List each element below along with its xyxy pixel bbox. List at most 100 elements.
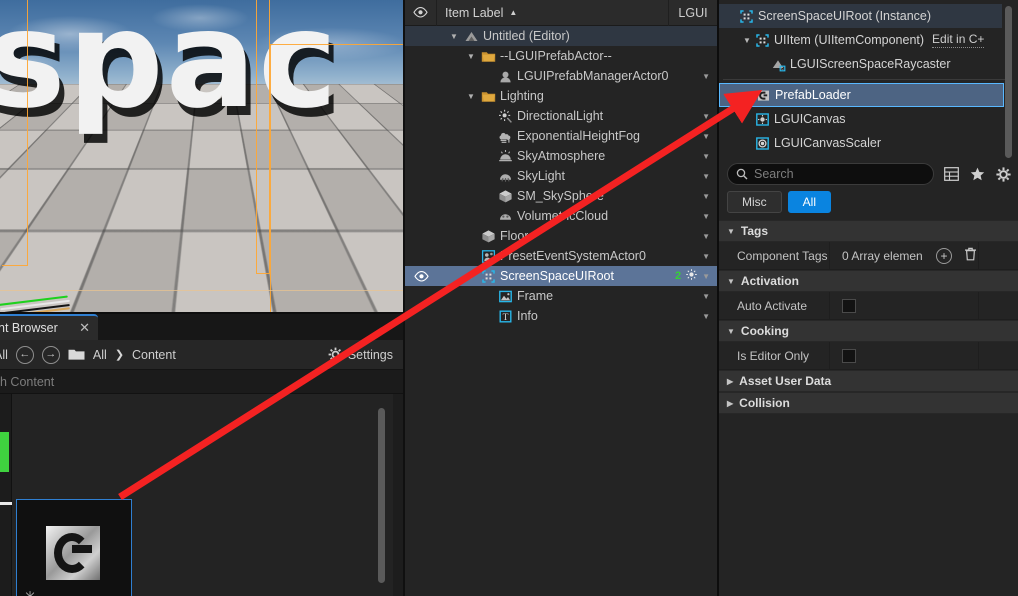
property-value[interactable] [829, 341, 978, 370]
outliner-row-name: ▼ Lighting [437, 88, 668, 104]
asset-grid-scrollbar[interactable] [378, 408, 385, 583]
outliner-row[interactable]: ▼ Lighting [405, 86, 717, 106]
outliner-row[interactable]: ▼ Untitled (Editor) [405, 26, 717, 46]
expand-triangle-icon[interactable]: ▼ [466, 52, 476, 61]
property-value[interactable] [829, 291, 978, 320]
folder-icon[interactable] [68, 348, 85, 361]
outliner-row[interactable]: ▼ SM_SkySphere ▼ [405, 186, 717, 206]
chevron-down-icon[interactable]: ▼ [702, 252, 710, 261]
chevron-down-icon[interactable]: ▼ [702, 172, 710, 181]
component-tree-row[interactable]: ▼ LGUICanvas [719, 107, 1002, 131]
outliner-row[interactable]: ▼ SkyLight ▼ [405, 166, 717, 186]
section-header[interactable]: ▶ Collision [719, 392, 1018, 414]
add-array-element-button[interactable]: + [936, 247, 952, 264]
outliner-row[interactable]: ▼ PresetEventSystemActor0 ▼ [405, 246, 717, 266]
favorites-star-icon[interactable] [968, 165, 986, 183]
lgui-column-header[interactable]: LGUI [668, 0, 717, 26]
directional-light-icon [497, 108, 513, 124]
outliner-row-name: ▼ Frame [437, 288, 668, 304]
checkbox[interactable] [842, 348, 856, 363]
cloud-icon [499, 213, 511, 220]
section-header[interactable]: ▼ Activation [719, 270, 1018, 292]
outliner-row[interactable]: ▼ Floor ▼ [405, 226, 717, 246]
property-reset-column[interactable] [978, 241, 1018, 270]
chevron-down-icon[interactable]: ▼ [702, 192, 710, 201]
expand-triangle-icon[interactable]: ▶ [727, 377, 733, 386]
chevron-down-icon[interactable]: ▼ [702, 212, 710, 221]
breadcrumb-current[interactable]: Content [132, 348, 176, 362]
expand-triangle-icon[interactable]: ▼ [466, 272, 476, 281]
outliner-row[interactable]: ▼ TInfo▼ [405, 306, 717, 326]
edit-in-cpp-link[interactable]: Edit in C+ [932, 32, 985, 48]
outliner-row[interactable]: ▼ --LGUIPrefabActor-- [405, 46, 717, 66]
component-tree-row[interactable]: ▼ LGUICanvasScaler [719, 131, 1002, 155]
checkbox[interactable] [842, 298, 856, 313]
level-viewport[interactable]: spac [0, 0, 403, 312]
outliner-row[interactable]: ▼ ScreenSpaceUIRoot 2 ▼ [405, 266, 717, 286]
back-arrow-icon[interactable]: ← [15, 345, 34, 364]
collapse-triangle-icon[interactable]: ▼ [727, 227, 735, 236]
section-header[interactable]: ▶ Asset User Data [719, 370, 1018, 392]
source-tree-highlight [0, 432, 9, 472]
search-input[interactable]: Search [727, 163, 934, 185]
section-header[interactable]: ▼ Cooking [719, 320, 1018, 342]
asterisk-icon: ✳ [21, 588, 39, 596]
uisprite-icon [497, 288, 513, 304]
outliner-row[interactable]: ▼ Frame ▼ [405, 286, 717, 306]
chevron-down-icon[interactable]: ▼ [702, 272, 710, 281]
outliner-item-label: SkyAtmosphere [517, 149, 606, 163]
expand-triangle-icon[interactable]: ▼ [741, 36, 753, 45]
property-row: Auto Activate [719, 291, 1018, 320]
filters-button[interactable]: All [0, 348, 8, 362]
visibility-toggle[interactable] [405, 270, 437, 282]
outliner-row-actions: ▼ [668, 212, 717, 221]
chevron-down-icon[interactable]: ▼ [702, 132, 710, 141]
content-browser-toolbar: All ← → All ❯ Content Setting [0, 340, 403, 370]
collapse-triangle-icon[interactable]: ▼ [727, 277, 735, 286]
close-icon[interactable]: ✕ [79, 320, 90, 336]
chevron-down-icon[interactable]: ▼ [702, 72, 710, 81]
transform-gizmo[interactable] [0, 286, 86, 312]
array-element-count: 0 Array elemen [842, 248, 923, 263]
delete-array-icon[interactable] [964, 247, 977, 264]
collapse-triangle-icon[interactable]: ▼ [727, 327, 735, 336]
item-label-column-header[interactable]: Item Label ▲ [437, 0, 668, 26]
content-search-input[interactable]: h Content [0, 370, 403, 394]
component-tree-scrollbar[interactable] [1005, 6, 1012, 158]
tab-content-browser[interactable]: nt Browser ✕ [0, 314, 98, 340]
chevron-down-icon[interactable]: ▼ [702, 292, 710, 301]
grid-view-icon[interactable] [942, 165, 960, 183]
sources-panel-edge [0, 394, 12, 596]
static-mesh-icon [498, 189, 512, 202]
filter-button-misc[interactable]: Misc [727, 191, 782, 213]
component-tree-row[interactable]: ▼ cLGUIScreenSpaceRaycaster [719, 52, 1002, 76]
section-header[interactable]: ▼ Tags [719, 220, 1018, 242]
outliner-row[interactable]: ▼ SkyAtmosphere ▼ [405, 146, 717, 166]
visibility-column-header[interactable] [405, 0, 437, 26]
outliner-row[interactable]: ▼ VolumetricCloud ▼ [405, 206, 717, 226]
component-tree-row[interactable]: ▼ PrefabLoader [719, 83, 1004, 107]
property-reset-column[interactable] [978, 291, 1018, 320]
component-tree-row[interactable]: ▼ UIItem (UIItemComponent) Edit in C+ [719, 28, 1002, 52]
asset-tile-prefabloader[interactable]: ✳ PrefabLoader Blueprint Class [16, 499, 132, 596]
filter-button-all[interactable]: All [787, 191, 832, 213]
chevron-down-icon[interactable]: ▼ [702, 312, 710, 321]
lgui-canvas-icon[interactable] [685, 268, 698, 284]
asset-grid-right-gutter [393, 394, 403, 596]
chevron-down-icon[interactable]: ▼ [702, 232, 710, 241]
expand-triangle-icon[interactable]: ▶ [727, 399, 733, 408]
chevron-down-icon[interactable]: ▼ [702, 112, 710, 121]
expand-triangle-icon[interactable]: ▼ [466, 92, 476, 101]
chevron-down-icon[interactable]: ▼ [702, 152, 710, 161]
outliner-row[interactable]: ▼ ExponentialHeightFog ▼ [405, 126, 717, 146]
outliner-row[interactable]: ▼ LGUIPrefabManagerActor0 ▼ [405, 66, 717, 86]
settings-gear-icon[interactable] [994, 165, 1012, 183]
property-reset-column[interactable] [978, 341, 1018, 370]
forward-arrow-icon[interactable]: → [41, 345, 60, 364]
breadcrumb-root[interactable]: All [93, 348, 107, 362]
expand-triangle-icon[interactable]: ▼ [449, 32, 459, 41]
property-value[interactable]: 0 Array elemen + [829, 241, 978, 270]
component-tree-row[interactable]: ▼ ScreenSpaceUIRoot (Instance) [719, 4, 1002, 28]
outliner-row[interactable]: ▼ DirectionalLight ▼ [405, 106, 717, 126]
settings-button[interactable]: Settings [328, 347, 393, 362]
